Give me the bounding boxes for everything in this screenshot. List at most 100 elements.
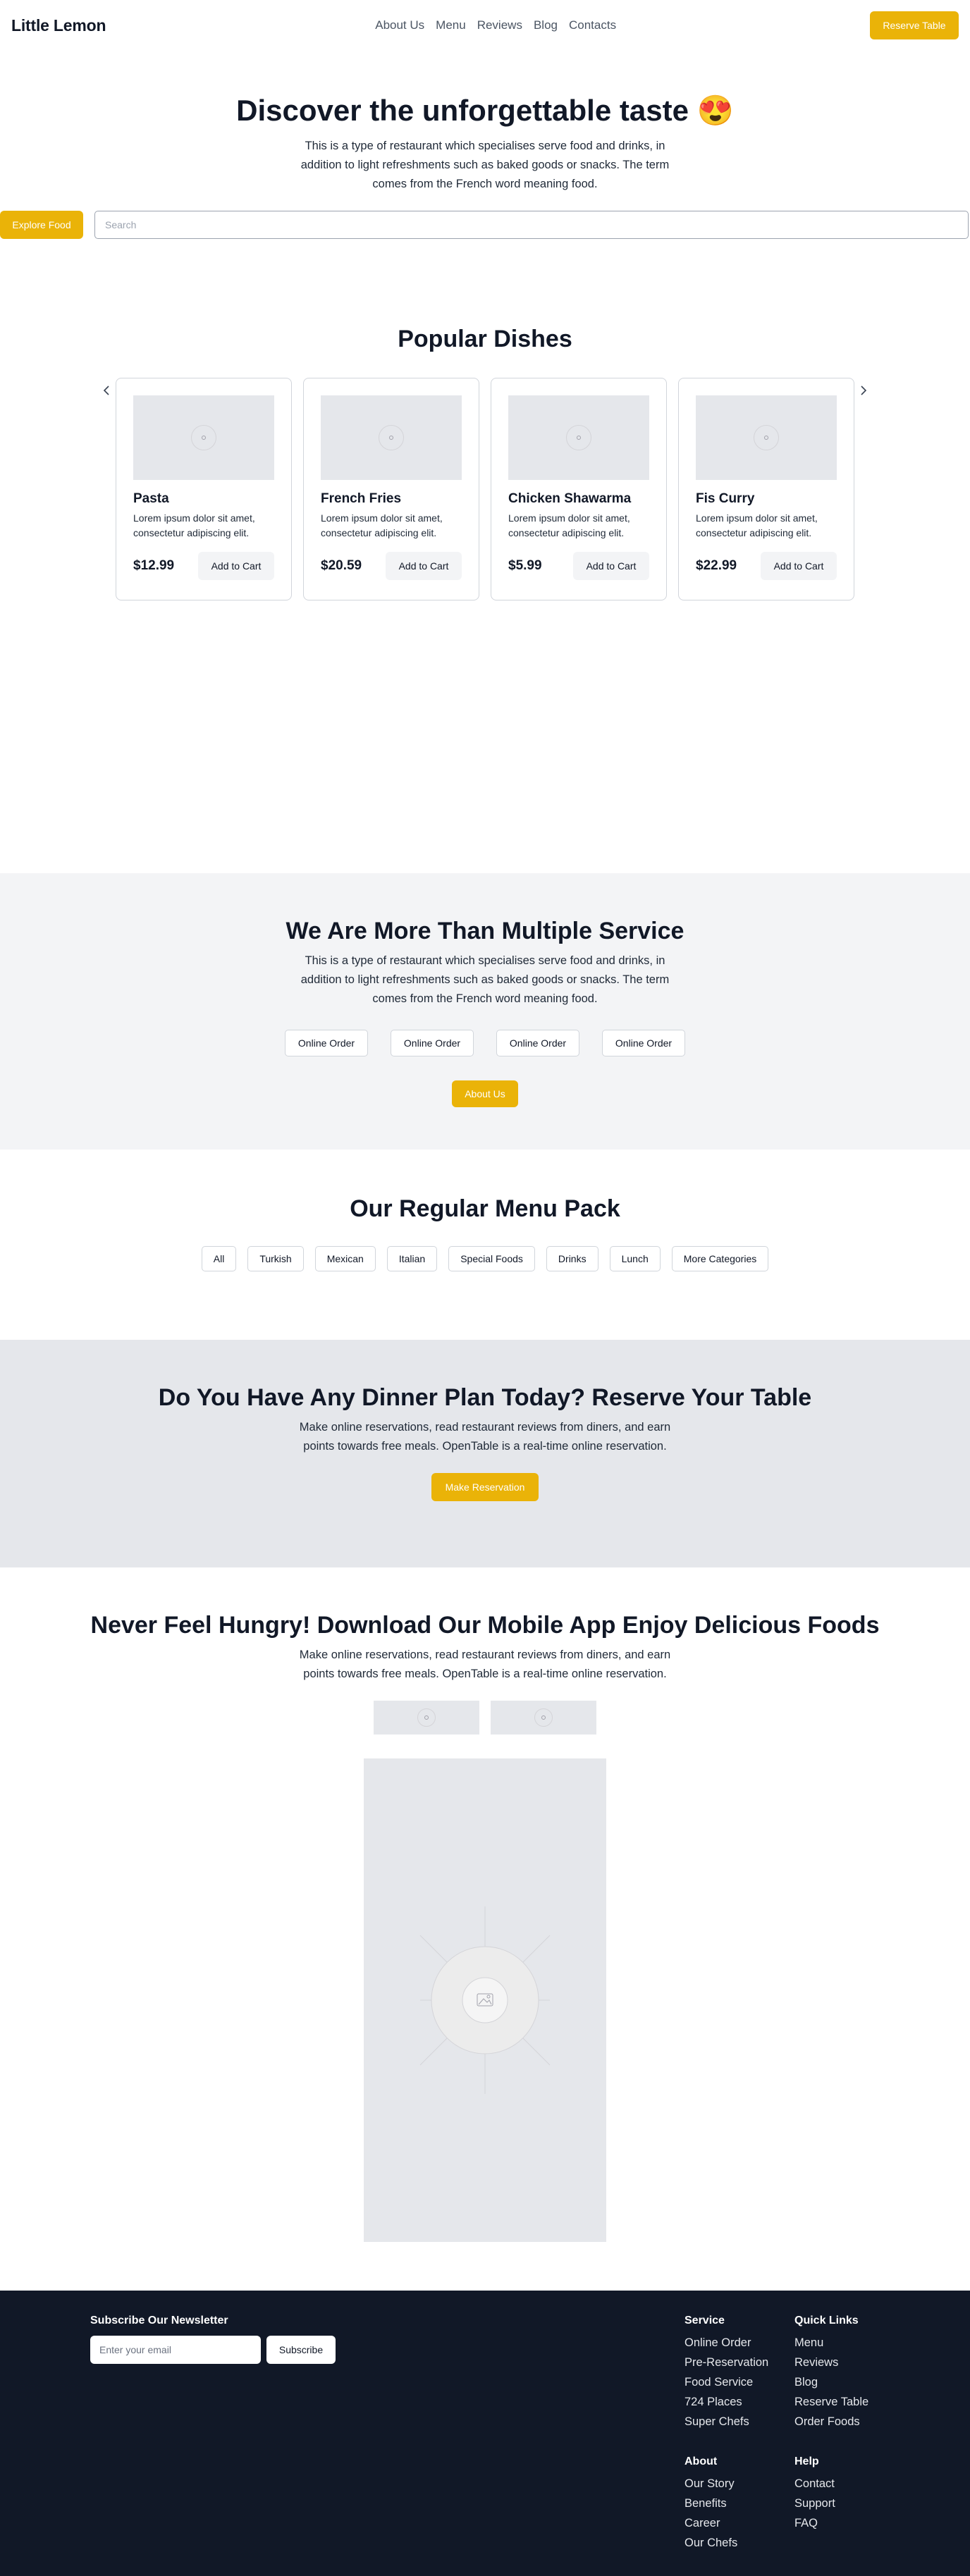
category-more[interactable]: More Categories [671, 1246, 769, 1272]
footer-service-title: Service [684, 2315, 725, 2327]
menu-categories: All Turkish Mexican Italian Special Food… [0, 1246, 970, 1272]
popular-dishes-section: Popular Dishes Pasta Lorem ipsum dolor s… [0, 239, 970, 873]
hero-title: Discover the unforgettable taste 😍 [236, 94, 734, 127]
play-store-badge-image[interactable] [491, 1701, 596, 1735]
dish-cards: Pasta Lorem ipsum dolor sit amet, consec… [97, 378, 873, 601]
popular-dishes-title: Popular Dishes [398, 326, 572, 353]
dish-card: French Fries Lorem ipsum dolor sit amet,… [303, 378, 479, 601]
category-drinks[interactable]: Drinks [546, 1246, 598, 1272]
dish-price: $22.99 [696, 558, 737, 574]
footer-link[interactable]: 724 Places [684, 2392, 768, 2412]
nav-link-menu[interactable]: Menu [436, 18, 466, 32]
footer-about-title: About [684, 2455, 718, 2468]
online-order-button[interactable]: Online Order [602, 1030, 685, 1057]
footer-link[interactable]: Blog [794, 2372, 868, 2392]
site-footer: Subscribe Our Newsletter Enter your emai… [0, 2291, 970, 2576]
dish-image-placeholder [133, 395, 274, 481]
nav-link-about[interactable]: About Us [375, 18, 424, 32]
reservation-section: Do You Have Any Dinner Plan Today? Reser… [0, 1340, 970, 1568]
add-to-cart-button[interactable]: Add to Cart [386, 552, 462, 581]
dish-description: Lorem ipsum dolor sit amet, consectetur … [133, 512, 255, 539]
footer-link[interactable]: Contact [794, 2474, 835, 2494]
main-nav: About Us Menu Reviews Blog Contacts [375, 18, 616, 32]
hero-description: This is a type of restaurant which speci… [300, 140, 670, 191]
dish-price: $12.99 [133, 558, 175, 574]
site-logo[interactable]: Little Lemon [11, 16, 106, 35]
nav-link-contacts[interactable]: Contacts [569, 18, 616, 32]
dishes-carousel: Pasta Lorem ipsum dolor sit amet, consec… [97, 378, 873, 601]
dish-name: French Fries [321, 491, 402, 507]
footer-link[interactable]: Menu [794, 2333, 868, 2353]
add-to-cart-button[interactable]: Add to Cart [761, 552, 837, 581]
nav-link-reviews[interactable]: Reviews [477, 18, 522, 32]
footer-about-column: About Our Story Benefits Career Our Chef… [684, 2455, 737, 2553]
phone-mockup-image [364, 1758, 606, 2243]
footer-link[interactable]: Food Service [684, 2372, 768, 2392]
footer-link[interactable]: FAQ [794, 2513, 835, 2533]
online-order-button[interactable]: Online Order [285, 1030, 368, 1057]
reservation-description: Make online reservations, read restauran… [299, 1421, 671, 1453]
footer-link[interactable]: Online Order [684, 2333, 768, 2353]
dish-description: Lorem ipsum dolor sit amet, consectetur … [696, 512, 818, 539]
footer-link[interactable]: Support [794, 2494, 835, 2513]
add-to-cart-button[interactable]: Add to Cart [198, 552, 274, 581]
category-all[interactable]: All [201, 1246, 237, 1272]
search-row: Explore Food Search [0, 211, 970, 240]
footer-quick-links-title: Quick Links [794, 2315, 859, 2327]
app-store-badge-image[interactable] [374, 1701, 479, 1735]
about-us-button[interactable]: About Us [452, 1080, 518, 1108]
dish-name: Chicken Shawarma [508, 491, 632, 507]
footer-link[interactable]: Benefits [684, 2494, 737, 2513]
dish-image-placeholder [321, 395, 462, 481]
dish-name: Fis Curry [696, 491, 755, 507]
add-to-cart-button[interactable]: Add to Cart [573, 552, 649, 581]
category-special-foods[interactable]: Special Foods [448, 1246, 535, 1272]
reserve-table-button[interactable]: Reserve Table [869, 11, 959, 39]
category-turkish[interactable]: Turkish [247, 1246, 304, 1272]
footer-link[interactable]: Pre-Reservation [684, 2353, 768, 2372]
footer-service-column: Service Online Order Pre-Reservation Foo… [684, 2315, 768, 2432]
menu-pack-title: Our Regular Menu Pack [350, 1195, 620, 1223]
dish-image-placeholder [508, 395, 649, 481]
online-order-button[interactable]: Online Order [391, 1030, 474, 1057]
service-title: We Are More Than Multiple Service [286, 918, 684, 945]
dish-card: Chicken Shawarma Lorem ipsum dolor sit a… [491, 378, 667, 601]
category-lunch[interactable]: Lunch [609, 1246, 661, 1272]
footer-link[interactable]: Career [684, 2513, 737, 2533]
app-description: Make online reservations, read restauran… [299, 1648, 671, 1681]
search-input[interactable]: Search [94, 211, 969, 240]
hero-section: Discover the unforgettable taste 😍 This … [0, 51, 970, 240]
app-store-badges [0, 1701, 970, 1735]
footer-link[interactable]: Super Chefs [684, 2412, 768, 2432]
newsletter-title: Subscribe Our Newsletter [90, 2315, 228, 2327]
mobile-app-section: Never Feel Hungry! Download Our Mobile A… [0, 1567, 970, 2291]
app-title: Never Feel Hungry! Download Our Mobile A… [90, 1612, 880, 1639]
nav-link-blog[interactable]: Blog [534, 18, 558, 32]
dish-card: Pasta Lorem ipsum dolor sit amet, consec… [116, 378, 292, 601]
service-description: This is a type of restaurant which speci… [300, 954, 670, 1006]
category-mexican[interactable]: Mexican [314, 1246, 376, 1272]
chevron-left-icon[interactable] [97, 381, 117, 400]
footer-link[interactable]: Our Story [684, 2474, 737, 2494]
chevron-right-icon[interactable] [853, 381, 873, 400]
site-header: Little Lemon About Us Menu Reviews Blog … [0, 0, 970, 51]
explore-food-button[interactable]: Explore Food [0, 211, 83, 240]
footer-help-column: Help Contact Support FAQ [794, 2455, 835, 2533]
category-italian[interactable]: Italian [386, 1246, 438, 1272]
online-order-button[interactable]: Online Order [496, 1030, 579, 1057]
dish-description: Lorem ipsum dolor sit amet, consectetur … [321, 512, 443, 539]
footer-quick-links-column: Quick Links Menu Reviews Blog Reserve Ta… [794, 2315, 868, 2432]
dish-price: $20.59 [321, 558, 362, 574]
footer-link[interactable]: Our Chefs [684, 2533, 737, 2553]
dish-name: Pasta [133, 491, 169, 507]
footer-link[interactable]: Reviews [794, 2353, 868, 2372]
footer-link[interactable]: Reserve Table [794, 2392, 868, 2412]
subscribe-button[interactable]: Subscribe [266, 2336, 336, 2365]
reservation-title: Do You Have Any Dinner Plan Today? Reser… [158, 1384, 812, 1412]
dish-card: Fis Curry Lorem ipsum dolor sit amet, co… [678, 378, 854, 601]
footer-link[interactable]: Order Foods [794, 2412, 868, 2432]
make-reservation-button[interactable]: Make Reservation [431, 1473, 539, 1502]
service-options: Online Order Online Order Online Order O… [0, 1030, 970, 1057]
footer-help-title: Help [794, 2455, 819, 2468]
email-input[interactable]: Enter your email [90, 2336, 261, 2365]
